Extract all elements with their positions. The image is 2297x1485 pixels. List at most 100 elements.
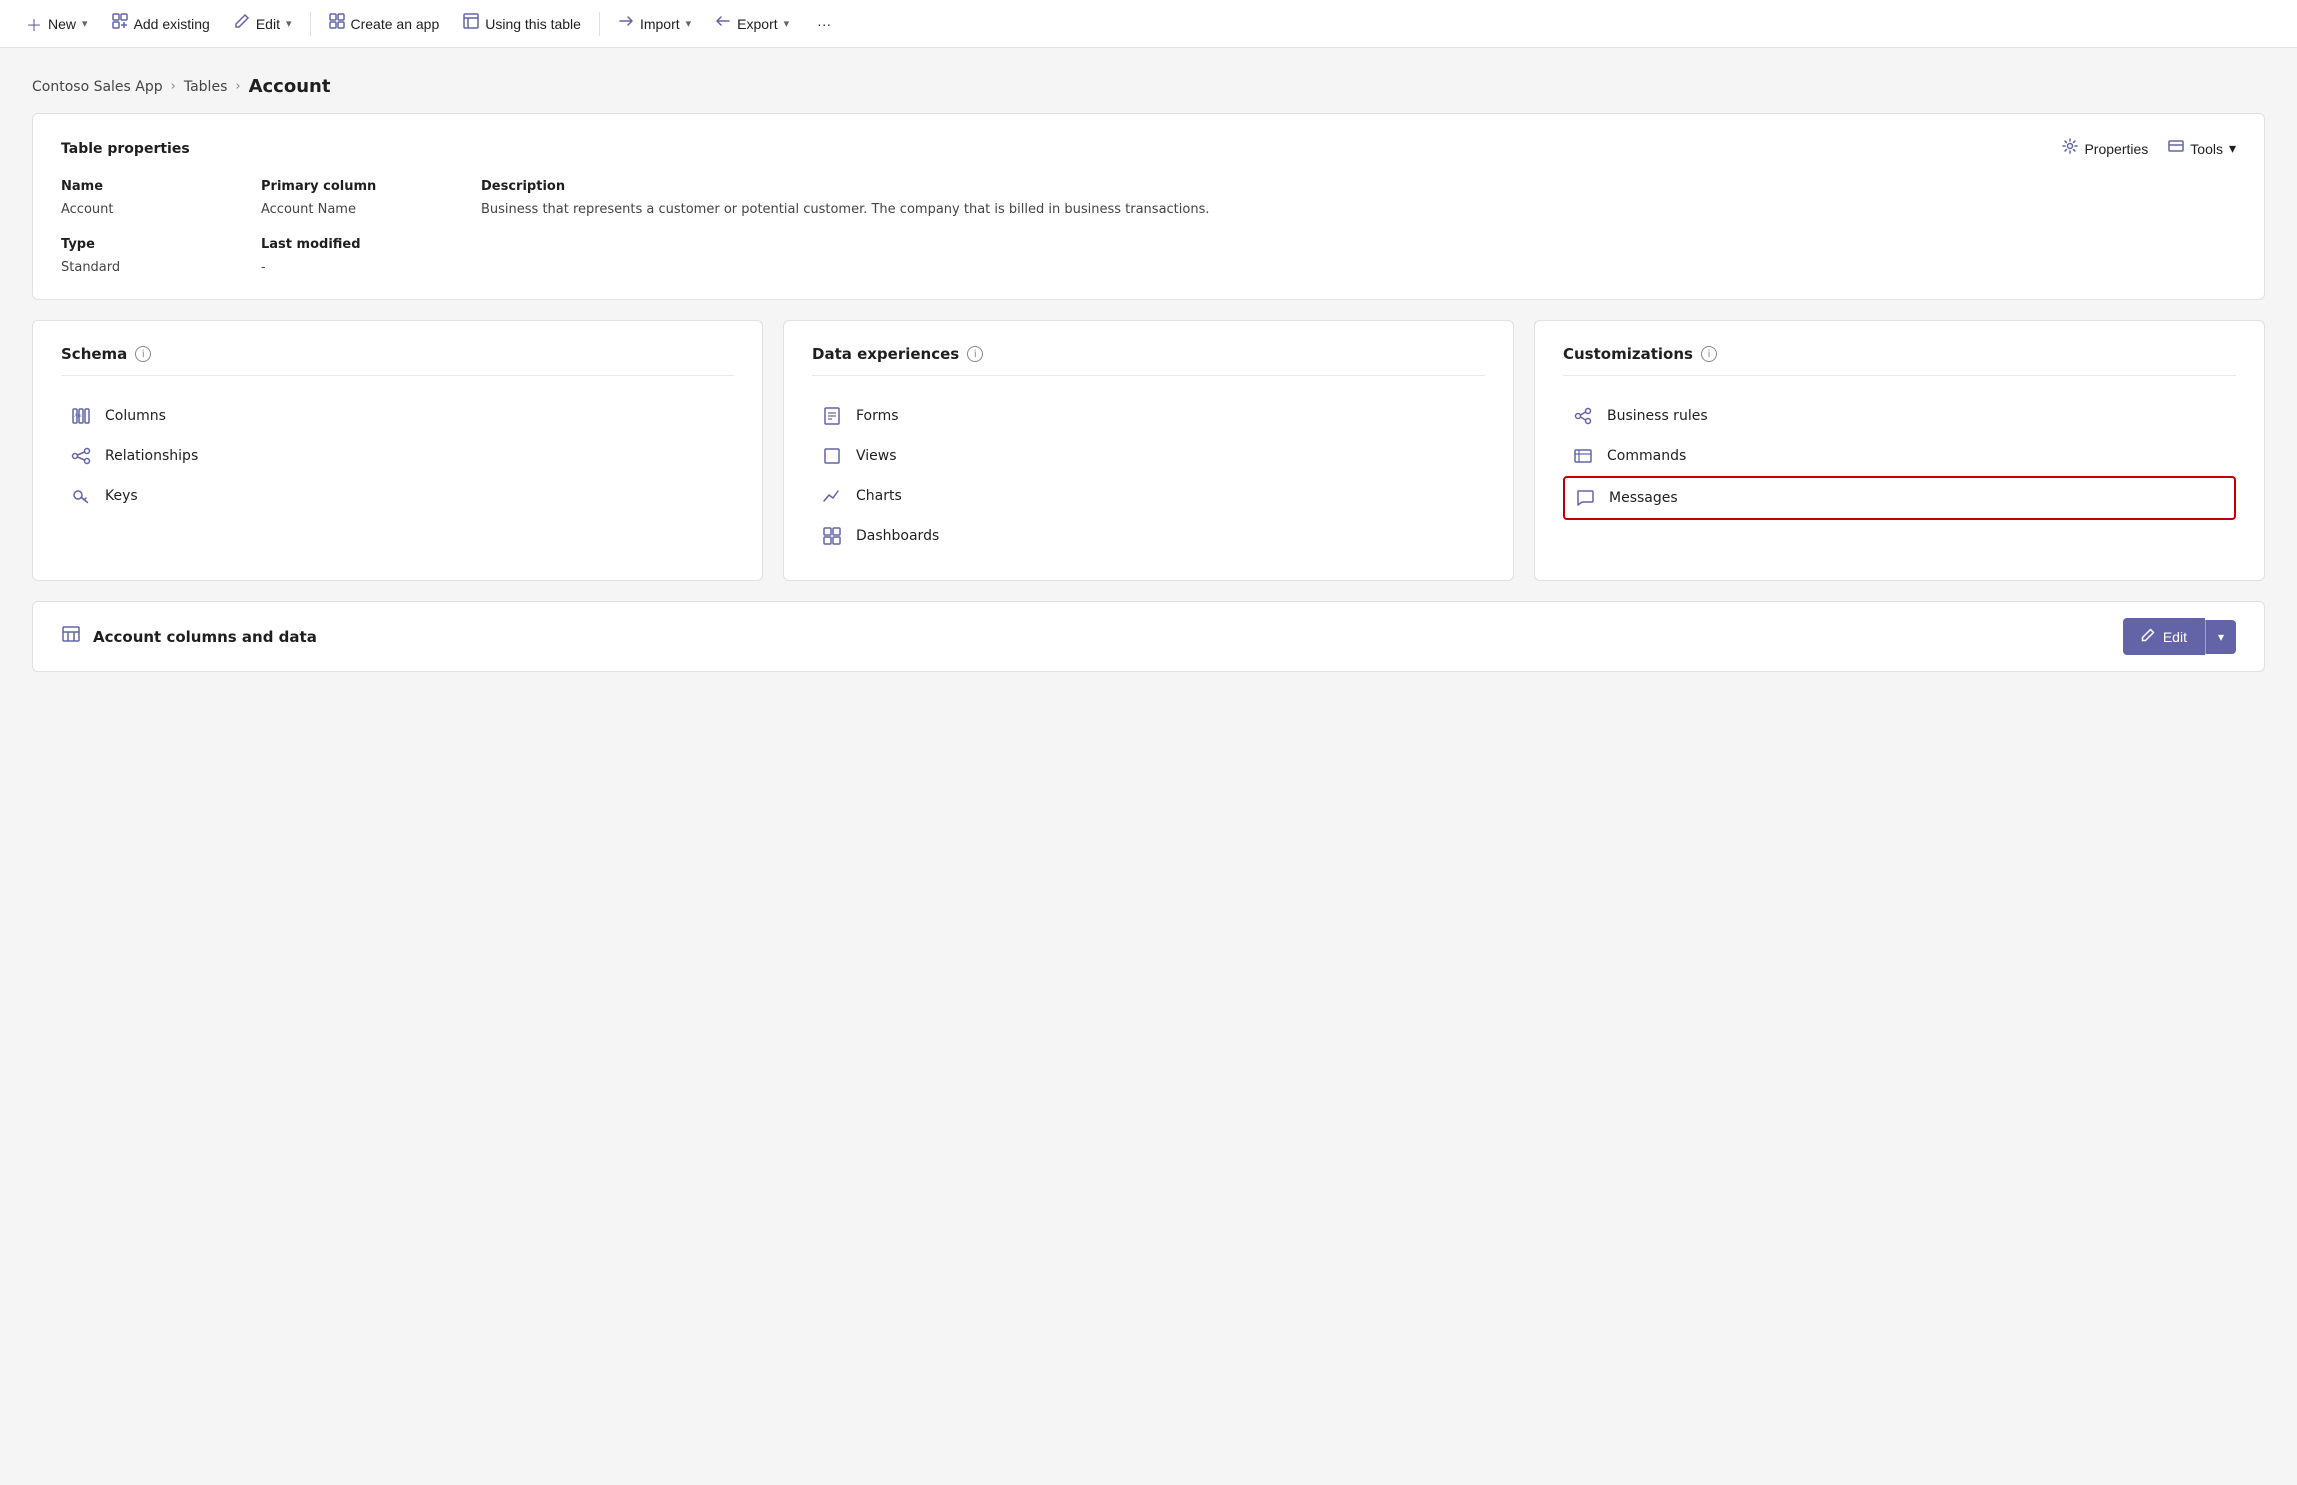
add-existing-button[interactable]: Add existing [102,7,220,40]
using-table-button[interactable]: Using this table [453,7,591,40]
export-label: Export [737,16,777,32]
de-item-charts[interactable]: Charts [812,476,1485,516]
views-icon [820,446,844,466]
data-experiences-info-icon[interactable]: i [967,346,983,362]
cust-item-business-rules[interactable]: Business rules [1563,396,2236,436]
customizations-info-icon[interactable]: i [1701,346,1717,362]
toolbar: ＋ New ▾ Add existing Edit ▾ [0,0,2297,48]
export-button[interactable]: Export ▾ [705,7,799,40]
business-rules-icon [1571,406,1595,426]
description-label: Description [481,179,2236,194]
customizations-header: Customizations i [1563,345,2236,376]
de-item-forms[interactable]: Forms [812,396,1485,436]
card-header: Table properties Properties [61,138,2236,159]
commands-label: Commands [1607,448,1686,464]
card-actions: Properties Tools ▾ [2062,138,2236,159]
new-button[interactable]: ＋ New ▾ [16,6,98,42]
tools-label: Tools [2190,141,2223,157]
using-table-icon [463,13,479,34]
type-value: Standard [61,260,261,275]
props-grid: Name Account Type Standard Primary colum… [61,179,2236,275]
breadcrumb-app[interactable]: Contoso Sales App [32,79,163,95]
columns-icon: Abc [69,406,93,426]
properties-label: Properties [2084,141,2148,157]
schema-card: Schema i Abc Columns [32,320,763,581]
schema-info-icon[interactable]: i [135,346,151,362]
export-icon [715,13,731,34]
commands-icon [1571,446,1595,466]
edit-dropdown-chevron: ▾ [2218,630,2224,644]
keys-icon [69,486,93,506]
dashboards-label: Dashboards [856,528,939,544]
new-chevron: ▾ [82,17,88,30]
tools-chevron: ▾ [2229,140,2236,157]
main-content: Table properties Properties [0,113,2297,704]
edit-btn-group: Edit ▾ [2123,618,2236,655]
schema-item-keys[interactable]: Keys [61,476,734,516]
bottom-bar: Account columns and data Edit ▾ [32,601,2265,672]
edit-chevron-button[interactable]: ▾ [2205,620,2236,654]
edit-icon [234,13,250,34]
de-item-dashboards[interactable]: Dashboards [812,516,1485,556]
three-col-section: Schema i Abc Columns [32,320,2265,581]
more-label: ··· [817,16,831,32]
messages-label: Messages [1609,490,1678,506]
charts-icon [820,486,844,506]
name-label: Name [61,179,261,194]
edit-button[interactable]: Edit [2123,618,2205,655]
import-button[interactable]: Import ▾ [608,7,701,40]
last-modified-label: Last modified [261,237,461,252]
customizations-title: Customizations [1563,345,1693,363]
tools-icon [2168,138,2184,159]
create-app-label: Create an app [351,16,440,32]
gear-icon [2062,138,2078,159]
breadcrumb-sep-2: › [235,79,240,94]
plus-icon: ＋ [26,12,42,36]
svg-text:Abc: Abc [74,414,83,419]
bottom-bar-title-group: Account columns and data [61,624,317,649]
edit-label: Edit [256,16,280,32]
cust-item-messages[interactable]: Messages [1563,476,2236,520]
primary-col: Primary column Account Name Last modifie… [261,179,461,275]
table-icon [61,624,81,649]
table-properties-title: Table properties [61,141,190,157]
last-modified-value: - [261,260,461,275]
bottom-bar-title: Account columns and data [93,628,317,646]
desc-col: Description Business that represents a c… [461,179,2236,275]
edit-toolbar-button[interactable]: Edit ▾ [224,7,302,40]
dashboards-icon [820,526,844,546]
de-item-views[interactable]: Views [812,436,1485,476]
schema-item-columns[interactable]: Abc Columns [61,396,734,436]
add-existing-label: Add existing [134,16,210,32]
edit-pencil-icon [2141,628,2155,645]
data-experiences-card: Data experiences i Forms [783,320,1514,581]
breadcrumb-tables[interactable]: Tables [184,79,228,95]
schema-item-relationships[interactable]: Relationships [61,436,734,476]
table-properties-card: Table properties Properties [32,113,2265,300]
breadcrumb-area: Contoso Sales App › Tables › Account [0,48,2297,113]
description-value: Business that represents a customer or p… [481,202,2236,217]
forms-label: Forms [856,408,899,424]
edit-button-label: Edit [2163,629,2187,645]
schema-header: Schema i [61,345,734,376]
relationships-icon [69,446,93,466]
views-label: Views [856,448,897,464]
schema-title: Schema [61,345,127,363]
more-button[interactable]: ··· [807,10,841,38]
business-rules-label: Business rules [1607,408,1708,424]
properties-button[interactable]: Properties [2062,138,2148,159]
primary-column-label: Primary column [261,179,461,194]
tools-button[interactable]: Tools ▾ [2168,138,2236,159]
charts-label: Charts [856,488,902,504]
cust-item-commands[interactable]: Commands [1563,436,2236,476]
create-app-icon [329,13,345,34]
export-chevron: ▾ [784,17,790,30]
messages-icon [1573,488,1597,508]
import-chevron: ▾ [686,17,692,30]
edit-chevron: ▾ [286,17,292,30]
name-value: Account [61,202,261,217]
separator-1 [310,12,311,36]
create-app-button[interactable]: Create an app [319,7,450,40]
new-label: New [48,16,76,32]
import-icon [618,13,634,34]
